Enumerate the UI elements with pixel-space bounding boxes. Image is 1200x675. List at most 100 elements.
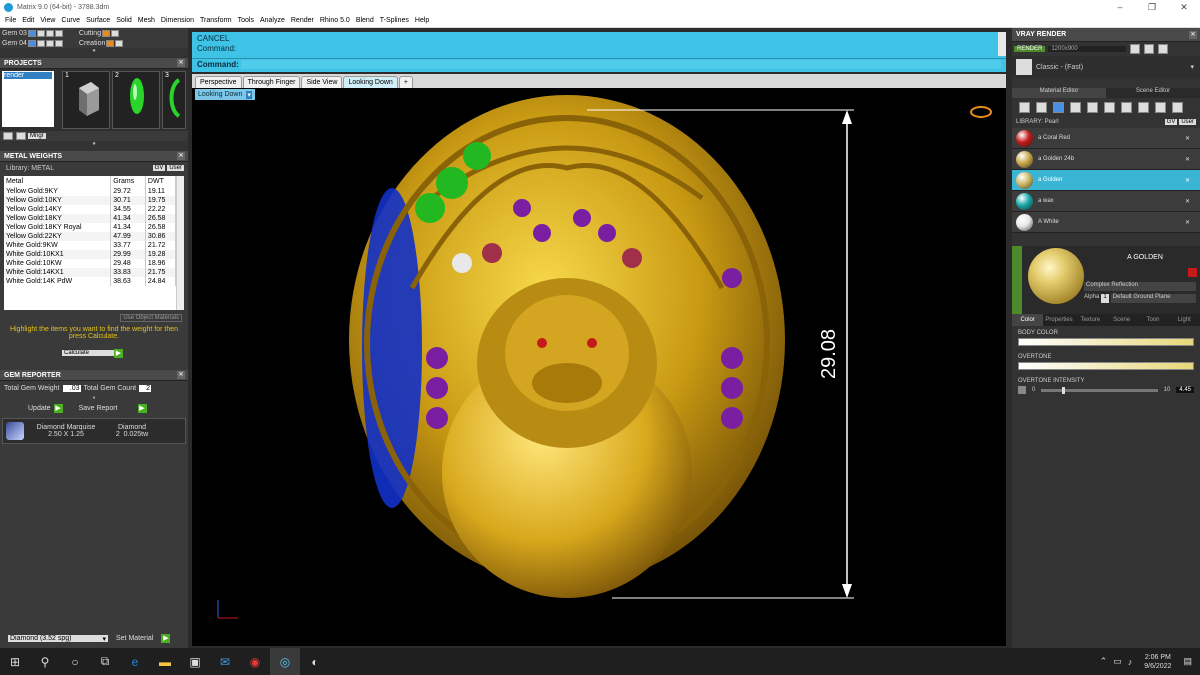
menu-item-solid[interactable]: Solid (113, 17, 135, 24)
user-button[interactable]: User (1179, 119, 1196, 125)
close-icon[interactable]: ✕ (1189, 30, 1197, 39)
task-view-icon[interactable]: ⧉ (90, 648, 120, 675)
command-scrollbar[interactable] (998, 32, 1006, 56)
viewport-label[interactable]: Looking Down ▾ (195, 89, 255, 100)
tab-scene-editor[interactable]: Scene Editor (1106, 88, 1200, 98)
thumb-2[interactable]: 2 (112, 71, 160, 129)
alpha-value[interactable]: 1 (1101, 294, 1109, 303)
chrome-icon[interactable]: ◉ (240, 648, 270, 675)
save-report-button[interactable]: ▶ (137, 403, 147, 413)
diamond-icon[interactable] (1036, 101, 1047, 113)
remove-icon[interactable]: ✕ (1185, 198, 1190, 205)
tab-texture[interactable]: Texture (1075, 314, 1106, 326)
settings-icon[interactable] (1144, 44, 1155, 54)
preview-collapse[interactable] (1012, 246, 1022, 314)
file-explorer-icon[interactable]: ▬ (150, 648, 180, 675)
network-icon[interactable]: ▭ (1113, 656, 1122, 667)
remove-icon[interactable]: ✕ (1185, 177, 1190, 184)
project-item[interactable]: render (4, 72, 52, 79)
menu-item-tools[interactable]: Tools (235, 17, 257, 24)
volume-icon[interactable]: ♪ (1128, 657, 1133, 667)
menu-item-render[interactable]: Render (288, 17, 317, 24)
metal-table[interactable]: Metal Grams DWT Yellow Gold:9KY 29.72 19.1… (4, 176, 184, 310)
windows-start-icon[interactable]: ⊞ (0, 648, 30, 675)
tab-add-button[interactable]: + (398, 76, 413, 88)
add-icon[interactable] (3, 132, 13, 140)
overtone-intensity-slider[interactable] (1041, 386, 1158, 394)
resolution-field[interactable]: 1200x900 (1048, 46, 1127, 52)
play-icon[interactable]: ▶ (114, 348, 123, 358)
gem-list-row[interactable]: Diamond Marquise 2.50 X 1.25 Diamond 2 0… (2, 418, 186, 444)
tab-toon[interactable]: Toon (1137, 314, 1168, 326)
body-color-slider[interactable] (1018, 338, 1194, 346)
menu-item-curve[interactable]: Curve (58, 17, 83, 24)
options-icon[interactable] (1158, 44, 1169, 54)
overtone-slider[interactable] (1018, 362, 1194, 370)
mngr-button[interactable]: Mngr (28, 133, 46, 139)
clock[interactable]: 2:06 PM 9/6/2022 (1144, 653, 1171, 671)
store-icon[interactable]: ▣ (180, 648, 210, 675)
remove-icon[interactable]: ✕ (1185, 156, 1190, 163)
tab-looking-down[interactable]: Looking Down (343, 76, 398, 88)
sphere-icon[interactable] (1053, 101, 1064, 113)
menu-item-surface[interactable]: Surface (83, 17, 113, 24)
tab-light[interactable]: Light (1169, 314, 1200, 326)
table-row[interactable]: Yellow Gold:18KY 41.34 26.58 (4, 214, 177, 223)
remove-icon[interactable]: ✕ (1185, 135, 1190, 142)
command-line[interactable]: Command: (192, 58, 1006, 70)
table-row[interactable]: White Gold:10KW 29.48 18.96 (4, 259, 177, 268)
menu-item-analyze[interactable]: Analyze (257, 17, 288, 24)
matrix-app-icon[interactable]: ◎ (270, 648, 300, 675)
pattern-icon[interactable] (1087, 101, 1098, 113)
table-row[interactable]: Yellow Gold:10KY 30.71 19.75 (4, 196, 177, 205)
gem-row-2[interactable]: Gem 04 Creation (0, 38, 188, 48)
thumb-3[interactable]: 3 (162, 71, 186, 129)
table-row[interactable]: White Gold:9KW 33.77 21.72 (4, 241, 177, 250)
table-row[interactable]: Yellow Gold:18KY Royal 41.34 26.58 (4, 223, 177, 232)
menu-item-edit[interactable]: Edit (19, 17, 37, 24)
col-dwt[interactable]: DWT (145, 176, 177, 187)
notifications-icon[interactable]: ▤ (1183, 656, 1192, 667)
user-button[interactable]: User (167, 165, 184, 171)
close-icon[interactable]: ✕ (177, 371, 185, 379)
menu-item-rhino-5-0[interactable]: Rhino 5.0 (317, 17, 353, 24)
menu-item-view[interactable]: View (37, 17, 58, 24)
projects-list[interactable]: render (2, 71, 54, 127)
material-select[interactable]: Diamond (3.52 spg) ▾ (8, 634, 108, 643)
grid-icon[interactable] (1070, 101, 1081, 113)
menu-item-file[interactable]: File (2, 17, 19, 24)
close-button[interactable]: ✕ (1168, 0, 1200, 14)
preset-row[interactable]: Classic - (Fast) ▾ (1012, 56, 1200, 78)
table-row[interactable]: Yellow Gold:14KY 34.55 22.22 (4, 205, 177, 214)
use-object-materials-checkbox[interactable]: Use Object Materials (120, 314, 182, 322)
set-material-button[interactable]: ▶ (161, 633, 171, 643)
menu-item-t-splines[interactable]: T-Splines (377, 17, 412, 24)
viewport-looking-down[interactable]: 29.08 (192, 88, 1006, 646)
table-scrollbar[interactable] (176, 176, 184, 310)
collapse-handle[interactable]: ● (0, 141, 188, 151)
bulb-icon[interactable] (1172, 101, 1183, 113)
cortana-icon[interactable]: ○ (60, 648, 90, 675)
update-button[interactable]: ▶ (53, 403, 63, 413)
export-icon[interactable] (1155, 101, 1166, 113)
tab-through-finger[interactable]: Through Finger (242, 76, 301, 88)
tab-material-editor[interactable]: Material Editor (1012, 88, 1106, 98)
ground-plane-select[interactable]: Default Ground Plane (1110, 294, 1196, 303)
edge-icon[interactable]: e (120, 648, 150, 675)
delete-icon[interactable] (1188, 268, 1197, 277)
tab-scene[interactable]: Scene (1106, 314, 1137, 326)
close-icon[interactable]: ✕ (177, 59, 185, 67)
menu-item-dimension[interactable]: Dimension (158, 17, 197, 24)
check-icon[interactable] (1121, 101, 1132, 113)
reflection-select[interactable]: Complex Reflection (1084, 282, 1196, 291)
table-row[interactable]: Yellow Gold:9KY 29.72 19.11 (4, 187, 177, 196)
collapse-handle[interactable]: ● (0, 48, 188, 58)
tab-properties[interactable]: Properties (1043, 314, 1074, 326)
chevron-up-icon[interactable]: ⌃ (1100, 656, 1108, 667)
camera-icon[interactable] (1130, 44, 1141, 54)
tab-color[interactable]: Color (1012, 314, 1044, 326)
menu-item-blend[interactable]: Blend (353, 17, 377, 24)
chevron-down-icon[interactable]: ▾ (246, 90, 252, 99)
drop-icon[interactable] (1019, 101, 1030, 113)
gv-button[interactable]: GV (152, 165, 166, 171)
